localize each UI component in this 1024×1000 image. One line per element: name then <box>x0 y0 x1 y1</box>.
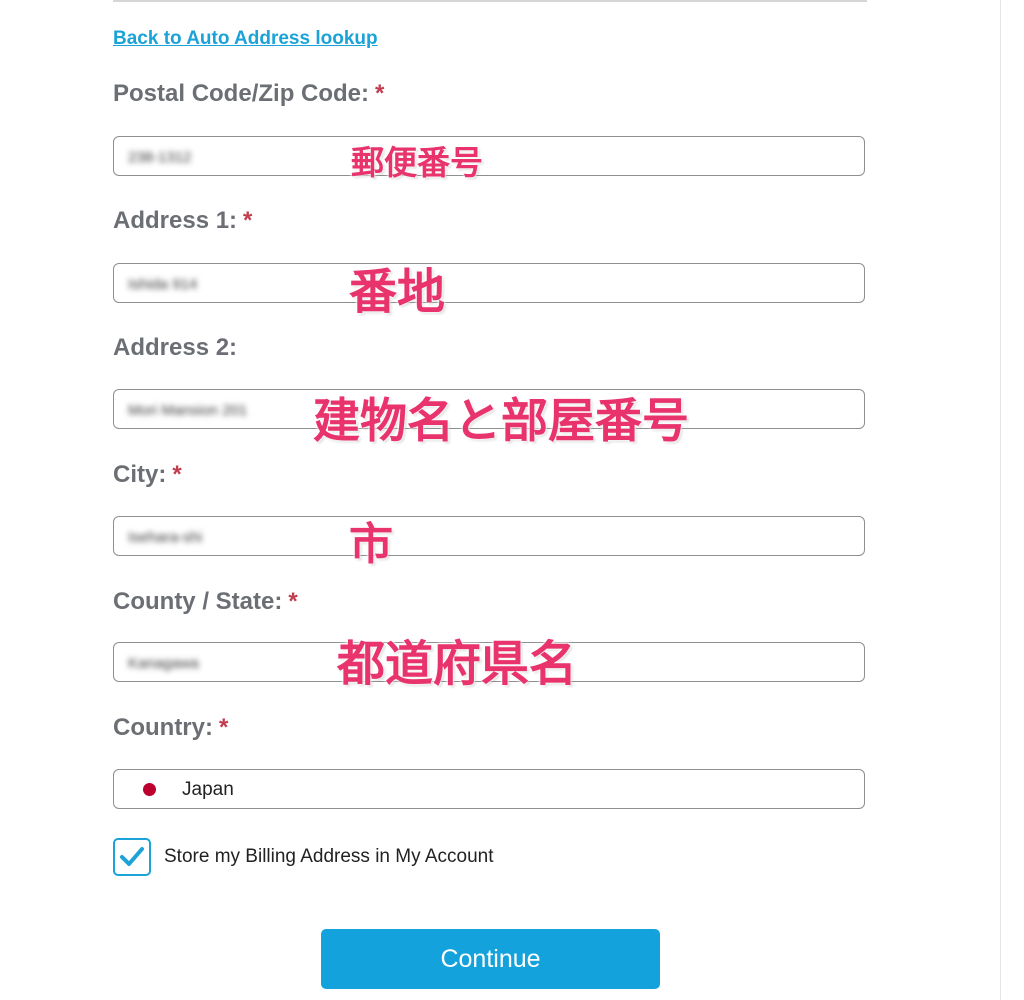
postal-code-label: Postal Code/Zip Code: * <box>113 80 384 108</box>
required-marker: * <box>172 461 182 488</box>
city-value: Isehara-shi <box>128 529 203 546</box>
postal-code-value: 238-1312 <box>128 149 192 166</box>
address-1-annotation: 番地 <box>349 266 446 319</box>
address-1-value: Ishida 914 <box>128 276 198 293</box>
county-state-value: Kanagawa <box>128 655 199 672</box>
postal-code-annotation: 郵便番号 <box>351 144 483 181</box>
county-state-label-text: County / State: <box>113 588 283 615</box>
required-marker: * <box>218 714 229 741</box>
city-input[interactable]: Isehara-shi <box>113 516 865 556</box>
postal-code-label-text: Postal Code/Zip Code: <box>113 80 370 107</box>
country-select[interactable]: Japan <box>113 769 865 809</box>
address-1-input[interactable]: Ishida 914 <box>113 263 865 303</box>
country-value: Japan <box>182 779 234 800</box>
address-2-value: Mori Mansion 201 <box>128 402 248 419</box>
city-annotation: 市 <box>349 520 393 569</box>
city-label-text: City: <box>113 461 167 488</box>
country-label-text: Country: <box>113 714 213 741</box>
county-state-annotation: 都道府県名 <box>337 638 578 691</box>
postal-code-input[interactable]: 238-1312 <box>113 136 865 176</box>
address-1-label: Address 1: * <box>113 207 252 235</box>
county-state-label: County / State: * <box>113 588 298 616</box>
required-marker: * <box>288 588 298 615</box>
checkmark-icon <box>120 847 144 866</box>
address-2-label: Address 2: <box>113 334 237 362</box>
store-billing-address-label: Store my Billing Address in My Account <box>164 846 494 867</box>
address-2-annotation: 建物名と部屋番号 <box>313 394 689 447</box>
country-label: Country: * <box>113 714 228 742</box>
required-marker: * <box>243 207 253 234</box>
continue-button[interactable]: Continue <box>321 929 660 989</box>
right-divider <box>1000 0 1001 1000</box>
back-to-auto-address-link[interactable]: Back to Auto Address lookup <box>113 28 378 50</box>
city-label: City: * <box>113 461 182 489</box>
address-1-label-text: Address 1: <box>113 207 238 234</box>
required-marker: * <box>375 80 385 107</box>
top-divider <box>113 0 867 2</box>
store-billing-address-checkbox[interactable] <box>113 838 151 876</box>
address-2-label-text: Address 2: <box>113 334 238 361</box>
japan-flag-icon <box>143 783 156 796</box>
